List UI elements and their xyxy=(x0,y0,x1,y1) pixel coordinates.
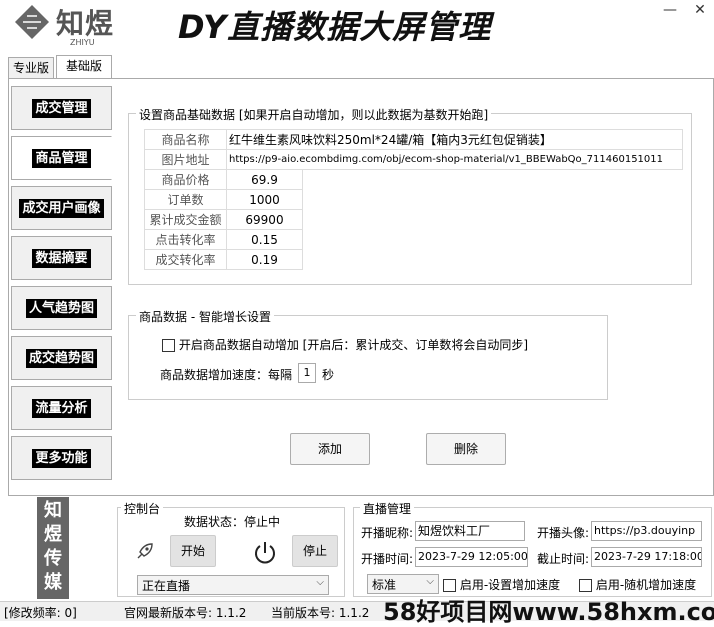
end-time-label: 截止时间: xyxy=(537,552,590,566)
minimize-button[interactable]: — xyxy=(660,2,680,18)
field-label: 商品价格 xyxy=(144,169,227,190)
modify-frequency: [修改频率: 0] xyxy=(4,606,77,620)
console-title: 控制台 xyxy=(121,500,164,517)
field-label: 累计成交金额 xyxy=(144,209,227,230)
price-field[interactable]: 69.9 xyxy=(226,169,303,190)
live-mode-select[interactable]: 正在直播 ⌵ xyxy=(137,575,329,595)
image-url-field[interactable]: https://p9-aio.ecombdimg.com/obj/ecom-sh… xyxy=(226,149,683,170)
set-speed-checkbox[interactable] xyxy=(443,579,456,592)
current-version: 当前版本号: 1.1.2 xyxy=(271,606,370,620)
power-icon xyxy=(255,542,275,564)
sidebar-item-label: 数据摘要 xyxy=(32,248,91,268)
nickname-input[interactable]: 知煜饮料工厂 xyxy=(415,521,525,541)
tab-pro[interactable]: 专业版 xyxy=(8,57,54,79)
table-row: 订单数 1000 xyxy=(144,189,683,210)
auto-increase-row: 开启商品数据自动增加 [开启后：累计成交、订单数将会自动同步] xyxy=(162,336,528,353)
sidebar-item-more[interactable]: 更多功能 xyxy=(11,436,112,480)
avatar-url-input[interactable]: https://p3.douyinp xyxy=(591,521,702,541)
app-title: DY直播数据大屏管理 xyxy=(178,8,492,46)
random-speed-row: 启用-随机增加速度 xyxy=(579,576,696,593)
sidebar-item-products[interactable]: 商品管理 xyxy=(11,136,112,180)
product-settings-title: 设置商品基础数据 [如果开启自动增加，则以此数据为基数开始跑] xyxy=(136,106,492,123)
sidebar-item-label: 人气趋势图 xyxy=(25,298,97,318)
start-button[interactable]: 开始 xyxy=(170,535,216,567)
speed-input[interactable]: 1 xyxy=(298,363,316,383)
sidebar-item-user-profile[interactable]: 成交用户画像 xyxy=(11,186,112,230)
rocket-icon xyxy=(137,543,153,559)
chevron-down-icon: ⌵ xyxy=(426,576,434,587)
field-label: 商品名称 xyxy=(144,129,227,150)
order-count-field[interactable]: 1000 xyxy=(226,189,303,210)
field-label: 订单数 xyxy=(144,189,227,210)
speed-mode-value: 标准 xyxy=(372,578,397,592)
random-speed-label: 启用-随机增加速度 xyxy=(595,578,697,592)
click-rate-field[interactable]: 0.15 xyxy=(226,229,303,250)
field-label: 图片地址 xyxy=(144,149,227,170)
set-speed-label: 启用-设置增加速度 xyxy=(459,578,561,592)
start-time-input[interactable]: 2023-7-29 12:05:00 xyxy=(415,547,528,567)
auto-increase-label: 开启商品数据自动增加 [开启后：累计成交、订单数将会自动同步] xyxy=(178,338,529,352)
avatar-label: 开播头像: xyxy=(537,526,590,540)
end-time-input[interactable]: 2023-7-29 17:18:00 xyxy=(591,547,702,567)
logo-subtext: ZHIYU xyxy=(70,38,95,47)
speed-suffix: 秒 xyxy=(322,368,335,382)
nickname-label: 开播昵称: xyxy=(361,526,414,540)
sidebar-item-label: 成交趋势图 xyxy=(25,348,97,368)
close-button[interactable]: ✕ xyxy=(690,2,710,18)
field-label: 成交转化率 xyxy=(144,249,227,270)
field-label: 点击转化率 xyxy=(144,229,227,250)
start-time-label: 开播时间: xyxy=(361,552,414,566)
brand-banner: 知 煜 传 媒 xyxy=(37,497,69,599)
smart-growth-group xyxy=(128,315,608,400)
table-row: 点击转化率 0.15 xyxy=(144,229,683,250)
sidebar-item-deal-trend[interactable]: 成交趋势图 xyxy=(11,336,112,380)
table-row: 成交转化率 0.19 xyxy=(144,249,683,270)
table-row: 商品名称 红牛维生素风味饮料250ml*24罐/箱【箱内3元红包促销装】 xyxy=(144,129,683,150)
deal-rate-field[interactable]: 0.19 xyxy=(226,249,303,270)
product-fields-table: 商品名称 红牛维生素风味饮料250ml*24罐/箱【箱内3元红包促销装】 图片地… xyxy=(144,129,683,270)
sidebar-item-summary[interactable]: 数据摘要 xyxy=(11,236,112,280)
table-row: 商品价格 69.9 xyxy=(144,169,683,190)
sidebar-item-traffic[interactable]: 流量分析 xyxy=(11,386,112,430)
product-name-field[interactable]: 红牛维生素风味饮料250ml*24罐/箱【箱内3元红包促销装】 xyxy=(226,129,683,150)
logo-text: 知煜 xyxy=(56,7,115,40)
latest-version: 官网最新版本号: 1.1.2 xyxy=(124,606,247,620)
table-row: 图片地址 https://p9-aio.ecombdimg.com/obj/ec… xyxy=(144,149,683,170)
auto-increase-checkbox[interactable] xyxy=(162,339,175,352)
stop-button[interactable]: 停止 xyxy=(292,535,338,567)
delete-button[interactable]: 删除 xyxy=(426,433,506,465)
total-amount-field[interactable]: 69900 xyxy=(226,209,303,230)
sidebar-item-deals[interactable]: 成交管理 xyxy=(11,86,112,130)
add-button[interactable]: 添加 xyxy=(290,433,370,465)
sidebar-item-label: 更多功能 xyxy=(32,448,91,468)
watermark: 58好项目网www.58hxm.com xyxy=(383,598,714,626)
table-row: 累计成交金额 69900 xyxy=(144,209,683,230)
set-speed-row: 启用-设置增加速度 xyxy=(443,576,560,593)
data-status: 数据状态：停止中 xyxy=(184,515,281,529)
speed-mode-select[interactable]: 标准 ⌵ xyxy=(367,574,439,594)
random-speed-checkbox[interactable] xyxy=(579,579,592,592)
chevron-down-icon: ⌵ xyxy=(316,577,324,588)
smart-growth-title: 商品数据 - 智能增长设置 xyxy=(136,308,274,325)
tab-basic[interactable]: 基础版 xyxy=(56,55,112,79)
sidebar-item-popularity[interactable]: 人气趋势图 xyxy=(11,286,112,330)
sidebar-item-label: 成交管理 xyxy=(32,98,91,118)
sidebar-item-label: 流量分析 xyxy=(32,398,91,418)
sidebar-item-label: 成交用户画像 xyxy=(19,198,104,218)
live-management-title: 直播管理 xyxy=(360,500,415,517)
speed-prefix: 商品数据增加速度：每隔 xyxy=(160,368,293,382)
logo-diamond-icon xyxy=(15,5,49,39)
sidebar-item-label: 商品管理 xyxy=(32,148,91,168)
live-mode-value: 正在直播 xyxy=(142,579,191,593)
